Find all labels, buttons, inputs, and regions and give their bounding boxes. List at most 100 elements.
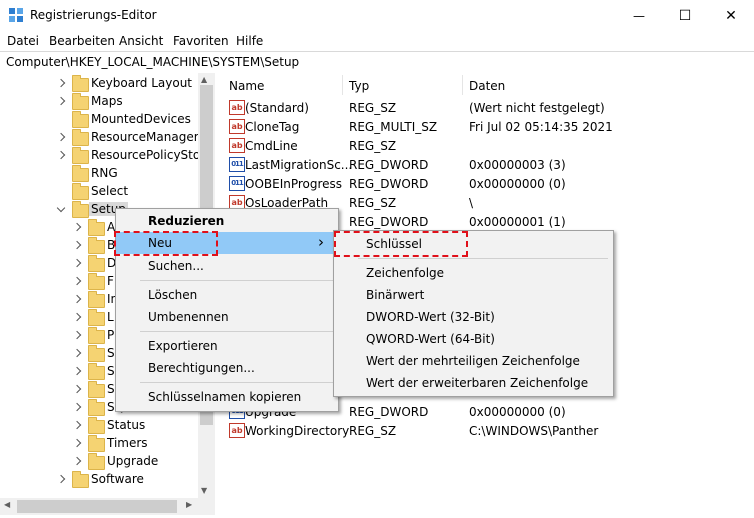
value-type: REG_DWORD [349,177,429,191]
menu-hilfe[interactable]: Hilfe [236,34,263,48]
scroll-down-icon[interactable]: ▼ [201,486,207,495]
close-button[interactable]: ✕ [708,0,754,31]
tree-item[interactable]: Upgrade [0,452,198,470]
submenu-item-zeichenfolge[interactable]: Zeichenfolge [366,266,444,280]
tree-item[interactable]: Software [0,470,198,488]
tree-item[interactable]: ResourceManager [0,128,199,146]
chevron-right-icon[interactable] [72,348,82,358]
binary-value-icon: 011 [229,176,245,191]
value-row[interactable]: ab (Standard) REG_SZ (Wert nicht festgelegt… [226,98,754,117]
submenu-item-expandable-string[interactable]: Wert der erweiterbaren Zeichenfolge [366,376,588,390]
tree-item-label: L [107,310,114,324]
column-header-name[interactable]: Name [229,79,264,93]
chevron-right-icon[interactable] [72,384,82,394]
chevron-right-icon[interactable] [72,330,82,340]
tree-item-label: Status [107,418,146,432]
value-type: REG_MULTI_SZ [349,120,438,134]
folder-icon [88,399,105,416]
column-divider[interactable] [462,75,463,95]
value-name: (Standard) [245,101,309,115]
chevron-right-icon[interactable] [56,78,66,88]
chevron-right-icon[interactable] [72,366,82,376]
chevron-right-icon[interactable] [72,222,82,232]
folder-icon [88,273,105,290]
tree-item-label: Maps [91,94,123,108]
value-row[interactable]: ab CloneTag REG_MULTI_SZ Fri Jul 02 05:14:3… [226,117,754,136]
menu-item-exportieren[interactable]: Exportieren [148,339,218,353]
menu-favoriten[interactable]: Favoriten [173,34,229,48]
value-row[interactable]: ab WorkingDirectory REG_SZ C:\WINDOWS\Panth… [226,421,754,440]
column-header-data[interactable]: Daten [469,79,505,93]
chevron-right-icon[interactable] [72,276,82,286]
tree-item[interactable]: Select [0,182,198,200]
chevron-right-icon[interactable] [72,456,82,466]
address-path[interactable]: Computer\HKEY_LOCAL_MACHINE\SYSTEM\Setup [6,55,299,69]
submenu-item-binaerwert[interactable]: Binärwert [366,288,424,302]
value-row[interactable]: 011 OOBEInProgress REG_DWORD 0x00000000 (0) [226,174,754,193]
window-title: Registrierungs-Editor [30,8,157,22]
string-value-icon: ab [229,423,245,438]
tree-item[interactable]: Timers [0,434,198,452]
chevron-right-icon[interactable] [56,150,66,160]
value-data: 0x00000000 (0) [469,177,566,191]
tree-item[interactable]: MountedDevices [0,110,198,128]
tree-item[interactable]: Maps [0,92,198,110]
value-data: 0x00000003 (3) [469,158,566,172]
chevron-right-icon[interactable] [72,258,82,268]
submenu-item-multi-string[interactable]: Wert der mehrteiligen Zeichenfolge [366,354,580,368]
folder-icon [72,129,89,146]
value-data: Fri Jul 02 05:14:35 2021 [469,120,613,134]
menu-bearbeiten[interactable]: Bearbeiten [49,34,115,48]
submenu-item-qword[interactable]: QWORD-Wert (64-Bit) [366,332,495,346]
value-type: REG_DWORD [349,405,429,419]
binary-value-icon: 011 [229,157,245,172]
folder-icon [88,219,105,236]
tree-item[interactable]: Keyboard Layout [0,74,198,92]
tree-item[interactable]: RNG [0,164,198,182]
menu-datei[interactable]: Datei [7,34,39,48]
chevron-right-icon[interactable] [72,312,82,322]
scroll-up-icon[interactable]: ▲ [201,75,207,84]
maximize-button[interactable]: ☐ [662,0,708,31]
chevron-right-icon[interactable] [72,438,82,448]
folder-icon [88,309,105,326]
chevron-right-icon[interactable] [56,474,66,484]
string-value-icon: ab [229,138,245,153]
tree-item[interactable]: Status [0,416,198,434]
scroll-left-icon[interactable]: ◀ [4,500,10,509]
value-name: OOBEInProgress [245,177,343,191]
menu-item-berechtigungen[interactable]: Berechtigungen... [148,361,255,375]
value-name: WorkingDirectory [245,424,350,438]
column-divider[interactable] [342,75,343,95]
chevron-down-icon[interactable] [56,203,66,213]
menu-item-suchen[interactable]: Suchen... [148,259,204,273]
chevron-right-icon[interactable] [72,240,82,250]
scroll-right-icon[interactable]: ▶ [186,500,192,509]
chevron-right-icon[interactable] [56,96,66,106]
value-type: REG_DWORD [349,158,429,172]
submenu-arrow-icon: › [318,233,324,251]
folder-icon [72,471,89,488]
tree-item-label: P [107,328,115,342]
menu-ansicht[interactable]: Ansicht [119,34,163,48]
menu-item-loeschen[interactable]: Löschen [148,288,197,302]
chevron-right-icon[interactable] [72,420,82,430]
folder-icon [88,417,105,434]
column-header-type[interactable]: Typ [349,79,369,93]
tree-horizontal-scroll-thumb[interactable] [17,500,177,513]
chevron-right-icon[interactable] [72,294,82,304]
value-row[interactable]: 011 LastMigrationSc... REG_DWORD 0x00000003… [226,155,754,174]
folder-icon [88,255,105,272]
menu-separator [140,382,333,383]
submenu-item-dword[interactable]: DWORD-Wert (32-Bit) [366,310,495,324]
value-row[interactable]: ab CmdLine REG_SZ [226,136,754,155]
menu-item-umbenennen[interactable]: Umbenennen [148,310,229,324]
chevron-right-icon[interactable] [72,402,82,412]
minimize-button[interactable]: — [616,0,662,31]
menu-item-schluesselnamen-kopieren[interactable]: Schlüsselnamen kopieren [148,390,301,404]
menu-item-reduzieren[interactable]: Reduzieren [148,214,224,228]
folder-icon [72,75,89,92]
folder-icon [88,345,105,362]
chevron-right-icon[interactable] [56,132,66,142]
tree-item[interactable]: ResourcePolicyStore [0,146,212,164]
